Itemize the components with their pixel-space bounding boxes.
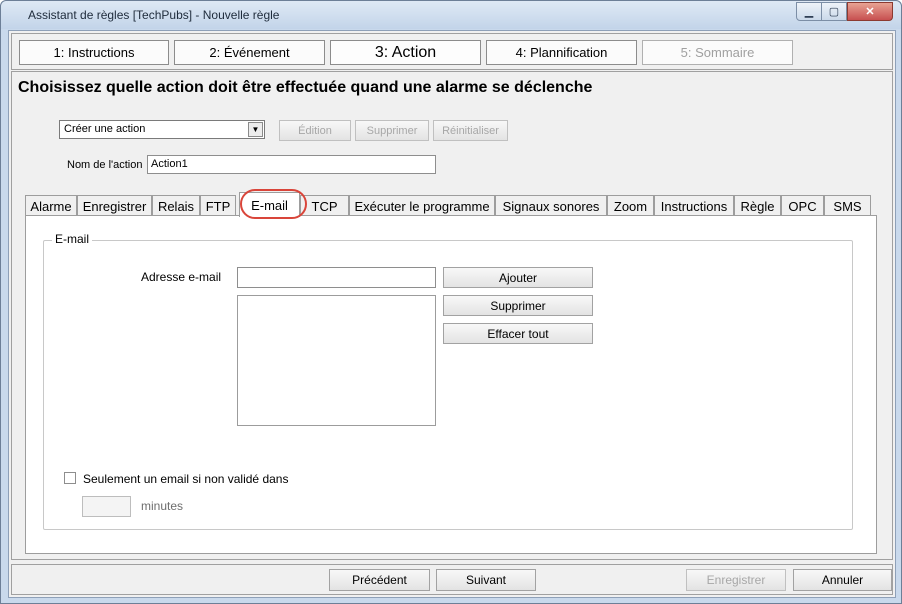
wizard-footer: Précédent Suivant Enregistrer Annuler <box>11 564 893 595</box>
tab-tcp[interactable]: TCP <box>300 195 349 216</box>
email-group-title: E-mail <box>52 232 93 246</box>
wizard-client-area: 1: Instructions 2: Événement 3: Action 4… <box>8 30 896 598</box>
window-title: Assistant de règles [TechPubs] - Nouvell… <box>28 8 280 22</box>
step-evenement[interactable]: 2: Événement <box>174 40 325 65</box>
maximize-button[interactable]: ▢ <box>821 2 847 21</box>
title-bar[interactable]: Assistant de règles [TechPubs] - Nouvell… <box>1 1 901 29</box>
minimize-icon: ▁ <box>804 6 814 18</box>
chevron-down-icon[interactable]: ▼ <box>248 122 263 137</box>
tab-regle[interactable]: Règle <box>734 195 781 216</box>
step-plannification[interactable]: 4: Plannification <box>486 40 637 65</box>
step-sommaire: 5: Sommaire <box>642 40 793 65</box>
email-address-list[interactable] <box>237 295 436 426</box>
tab-sms[interactable]: SMS <box>824 195 871 216</box>
action-select-value: Créer une action <box>64 123 146 135</box>
wizard-window: Assistant de règles [TechPubs] - Nouvell… <box>0 0 902 604</box>
clear-all-button[interactable]: Effacer tout <box>443 323 593 344</box>
action-select[interactable]: Créer une action ▼ <box>59 120 265 139</box>
delete-action-button: Supprimer <box>355 120 429 141</box>
cancel-button[interactable]: Annuler <box>793 569 892 591</box>
email-address-label: Adresse e-mail <box>141 270 222 284</box>
email-groupbox: E-mail Adresse e-mail Ajouter Supprimer … <box>43 232 853 530</box>
wizard-steps: 1: Instructions 2: Événement 3: Action 4… <box>11 33 893 70</box>
email-tab-panel: E-mail Adresse e-mail Ajouter Supprimer … <box>25 215 877 554</box>
maximize-icon: ▢ <box>828 6 840 18</box>
minutes-input <box>82 496 131 517</box>
tab-instructions[interactable]: Instructions <box>654 195 734 216</box>
tab-executer-programme[interactable]: Exécuter le programme <box>349 195 495 216</box>
save-button: Enregistrer <box>686 569 786 591</box>
action-name-input[interactable]: Action1 <box>147 155 436 174</box>
tab-relais[interactable]: Relais <box>152 195 200 216</box>
tab-enregistrer[interactable]: Enregistrer <box>77 195 152 216</box>
email-address-input[interactable] <box>237 267 436 288</box>
remove-email-button[interactable]: Supprimer <box>443 295 593 316</box>
only-once-label: Seulement un email si non validé dans <box>83 472 289 486</box>
page-title: Choisissez quelle action doit être effec… <box>18 79 593 96</box>
tab-opc[interactable]: OPC <box>781 195 824 216</box>
email-tab-highlight <box>240 189 307 219</box>
next-button[interactable]: Suivant <box>436 569 536 591</box>
previous-button[interactable]: Précédent <box>329 569 430 591</box>
tab-signaux-sonores[interactable]: Signaux sonores <box>495 195 607 216</box>
minutes-label: minutes <box>141 499 184 513</box>
step-instructions[interactable]: 1: Instructions <box>19 40 169 65</box>
minimize-button[interactable]: ▁ <box>796 2 822 21</box>
close-icon: ✕ <box>865 6 875 18</box>
tab-zoom[interactable]: Zoom <box>607 195 654 216</box>
only-once-checkbox[interactable] <box>64 472 76 484</box>
tab-alarme[interactable]: Alarme <box>25 195 77 216</box>
step-action[interactable]: 3: Action <box>330 40 481 65</box>
edit-button: Édition <box>279 120 351 141</box>
add-email-button[interactable]: Ajouter <box>443 267 593 288</box>
action-type-tabs: Alarme Enregistrer Relais FTP E-mail TCP… <box>25 192 875 217</box>
close-button[interactable]: ✕ <box>847 2 893 21</box>
reset-button: Réinitialiser <box>433 120 508 141</box>
tab-ftp[interactable]: FTP <box>200 195 236 216</box>
action-name-label: Nom de l'action <box>67 159 143 171</box>
